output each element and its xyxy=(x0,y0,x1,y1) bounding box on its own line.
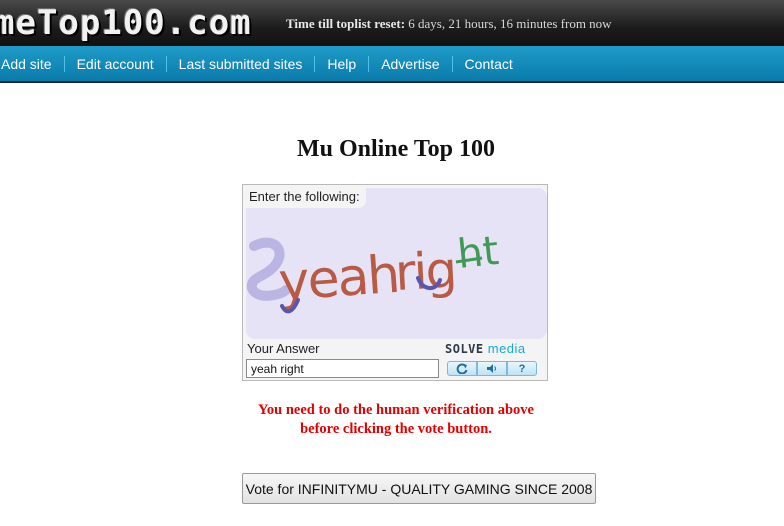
solve-media-logo: SOLVE media xyxy=(445,341,526,356)
vote-button[interactable]: Vote for INFINITYMU - QUALITY GAMING SIN… xyxy=(242,473,596,504)
captcha-refresh-button[interactable] xyxy=(447,361,477,376)
answer-label: Your Answer xyxy=(247,341,320,356)
site-logo[interactable]: meTop100.com xyxy=(0,4,252,42)
nav-last-submitted-sites[interactable]: Last submitted sites xyxy=(167,56,315,72)
captcha-audio-button[interactable] xyxy=(477,361,507,376)
nav-help[interactable]: Help xyxy=(315,56,368,72)
captcha-widget: yeah rig ht Enter the following: Your An… xyxy=(242,184,548,381)
reset-label: Time till toplist reset: xyxy=(286,16,406,31)
nav-contact[interactable]: Contact xyxy=(453,56,525,72)
nav-add-site[interactable]: Add site xyxy=(0,56,64,72)
speaker-icon xyxy=(487,364,497,373)
nav-advertise[interactable]: Advertise xyxy=(369,56,451,72)
brand-solve: SOLVE xyxy=(445,342,484,356)
captcha-image: yeah rig ht Enter the following: xyxy=(246,188,547,339)
captcha-answer-input[interactable] xyxy=(246,359,439,378)
brand-media: media xyxy=(487,341,526,356)
site-header: meTop100.com Time till toplist reset: 6 … xyxy=(0,0,784,46)
verification-error-message: You need to do the human verification ab… xyxy=(0,401,784,439)
refresh-icon xyxy=(456,363,468,374)
error-line-1: You need to do the human verification ab… xyxy=(258,402,534,418)
captcha-word-3: ht xyxy=(455,228,501,278)
captcha-distorted-text: yeah rig ht xyxy=(246,228,501,314)
reset-timer: Time till toplist reset: 6 days, 21 hour… xyxy=(286,16,612,32)
reset-value: 6 days, 21 hours, 16 minutes from now xyxy=(408,16,612,31)
nav-edit-account[interactable]: Edit account xyxy=(65,56,166,72)
captcha-help-button[interactable]: ? xyxy=(507,361,537,376)
page-title: Mu Online Top 100 xyxy=(296,136,496,162)
captcha-word-2: rig xyxy=(394,241,457,302)
main-nav: Add site Edit account Last submitted sit… xyxy=(0,46,784,83)
error-line-2: before clicking the vote button. xyxy=(300,421,492,437)
captcha-prompt: Enter the following: xyxy=(246,188,366,208)
